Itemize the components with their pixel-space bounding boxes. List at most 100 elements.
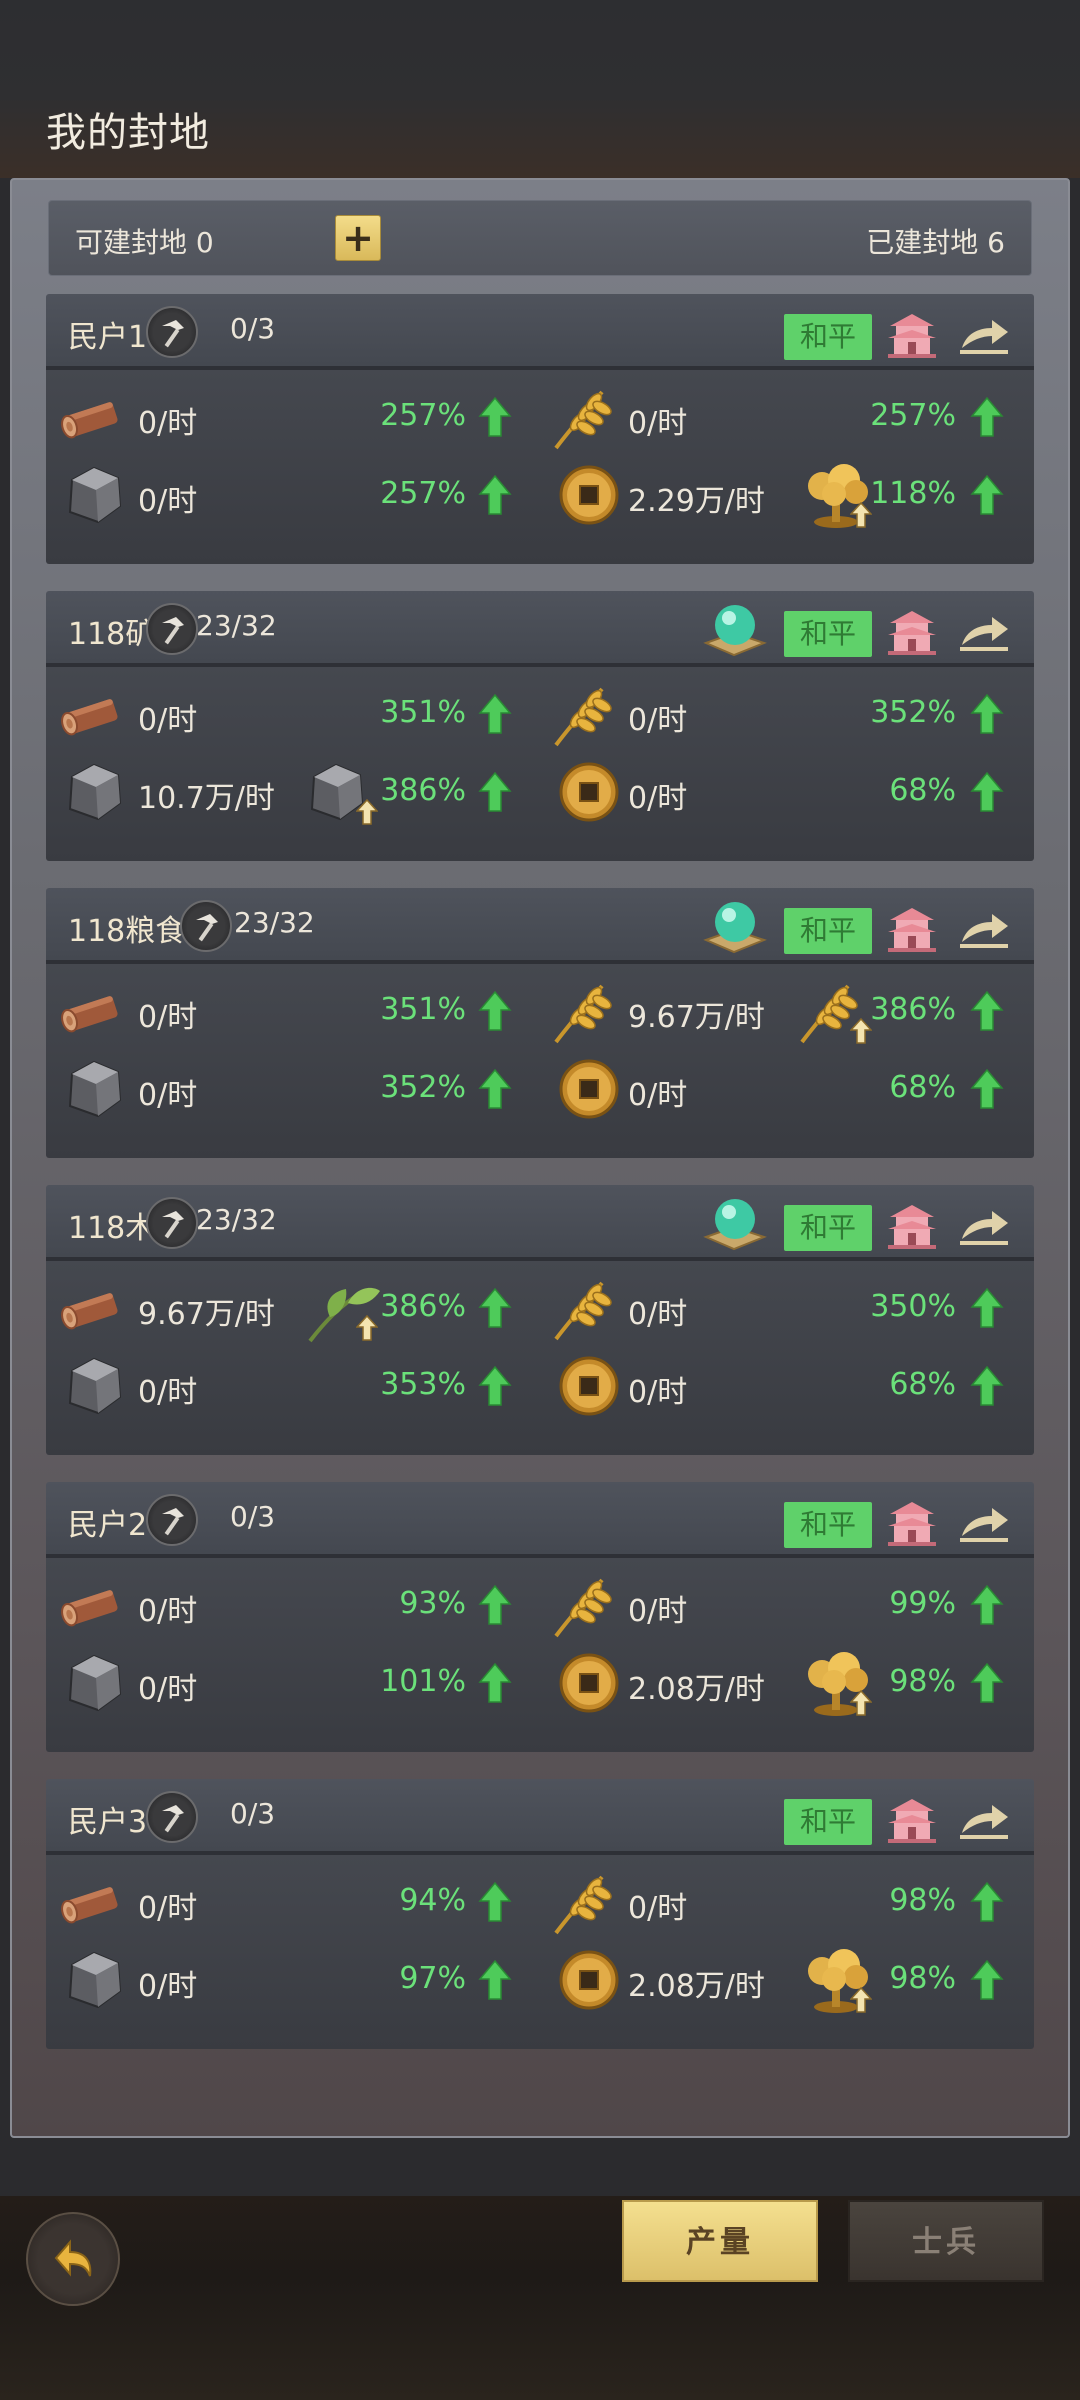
- wood-rate: 0/时: [138, 1000, 198, 1035]
- stone-icon: [58, 1351, 128, 1415]
- goto-icon[interactable]: [956, 1797, 1012, 1843]
- fief-production-grid: 0/时 351% 0/时 352% 10.7万/时 386% 0/时 68%: [46, 667, 1034, 861]
- hammer-icon[interactable]: [146, 1494, 198, 1546]
- top-bar: 我的封地: [0, 0, 1080, 178]
- fief-worker-count: 23/32: [234, 906, 315, 939]
- fief-production-grid: 0/时 94% 0/时 98% 0/时 97% 2.08万/时 98%: [46, 1855, 1034, 2049]
- fief-name: 118木: [68, 1211, 156, 1246]
- coin-icon: [554, 1351, 624, 1416]
- increase-arrow-icon: [970, 1959, 1004, 2001]
- increase-arrow-icon: [478, 1365, 512, 1407]
- fief-production-grid: 0/时 257% 0/时 257% 0/时 257% 2.29万/时 118%: [46, 370, 1034, 564]
- back-button[interactable]: [26, 2212, 120, 2306]
- increase-arrow-icon: [970, 1584, 1004, 1626]
- fief-production-grid: 0/时 93% 0/时 99% 0/时 101% 2.08万/时 98%: [46, 1558, 1034, 1752]
- stone-percent: 386%: [380, 773, 466, 808]
- fief-name: 民户2: [68, 1508, 148, 1543]
- increase-arrow-icon: [478, 1068, 512, 1110]
- goto-icon[interactable]: [956, 906, 1012, 952]
- back-arrow-icon: [54, 2239, 92, 2277]
- available-fief-count: 可建封地 0: [75, 226, 214, 259]
- production-row: 0/时 352% 0/时 68%: [46, 1054, 1034, 1124]
- add-fief-button[interactable]: +: [335, 215, 381, 261]
- fief-header: 118粮食 23/32 和平: [46, 888, 1034, 964]
- increase-arrow-icon: [970, 1881, 1004, 1923]
- palace-icon[interactable]: [884, 904, 940, 954]
- goto-icon[interactable]: [956, 312, 1012, 358]
- grain-rate: 0/时: [628, 1297, 688, 1332]
- built-fief-count: 已建封地 6: [866, 226, 1005, 259]
- peace-status-badge: 和平: [784, 1799, 872, 1845]
- coin-icon: [554, 757, 624, 822]
- goto-icon[interactable]: [956, 1203, 1012, 1249]
- wood-percent: 257%: [380, 398, 466, 433]
- coin-icon: [554, 460, 624, 525]
- wood-percent: 386%: [380, 1289, 466, 1324]
- palace-icon[interactable]: [884, 1795, 940, 1845]
- fief-header: 民户1 0/3 和平: [46, 294, 1034, 370]
- grain-rate: 0/时: [628, 406, 688, 441]
- wood-percent: 93%: [399, 1586, 466, 1621]
- coin-percent: 68%: [889, 773, 956, 808]
- grain-rate: 0/时: [628, 1594, 688, 1629]
- page-title: 我的封地: [46, 110, 210, 156]
- increase-arrow-icon: [478, 990, 512, 1032]
- palace-icon[interactable]: [884, 310, 940, 360]
- increase-arrow-icon: [478, 1287, 512, 1329]
- coin-icon: [554, 1054, 624, 1119]
- fief-card: 118木 23/32 和平 9.67万/时 386% 0/时 350% 0/时 …: [46, 1185, 1034, 1455]
- palace-icon[interactable]: [884, 1498, 940, 1548]
- wood-rate: 0/时: [138, 1891, 198, 1926]
- stone-percent: 352%: [380, 1070, 466, 1105]
- fief-header: 118木 23/32 和平: [46, 1185, 1034, 1261]
- increase-arrow-icon: [478, 1959, 512, 2001]
- increase-arrow-icon: [478, 396, 512, 438]
- hammer-icon[interactable]: [146, 306, 198, 358]
- coin-rate: 2.29万/时: [628, 484, 765, 519]
- wood-rate: 9.67万/时: [138, 1297, 275, 1332]
- wood-percent: 351%: [380, 992, 466, 1027]
- fief-production-grid: 9.67万/时 386% 0/时 350% 0/时 353% 0/时 68%: [46, 1261, 1034, 1455]
- hammer-icon[interactable]: [146, 1791, 198, 1843]
- grain-rate: 9.67万/时: [628, 1000, 765, 1035]
- peace-status-badge: 和平: [784, 1205, 872, 1251]
- coin-icon: [554, 1648, 624, 1713]
- production-row: 0/时 257% 2.29万/时 118%: [46, 460, 1034, 530]
- grain-icon: [548, 382, 618, 450]
- goto-icon[interactable]: [956, 609, 1012, 655]
- increase-arrow-icon: [478, 771, 512, 813]
- coin-percent: 98%: [889, 1961, 956, 1996]
- stone-percent: 257%: [380, 476, 466, 511]
- fief-name: 118粮食: [68, 914, 186, 949]
- coin-rate: 2.08万/时: [628, 1672, 765, 1707]
- production-row: 0/时 351% 0/时 352%: [46, 679, 1034, 749]
- grain-icon: [548, 1570, 618, 1638]
- grain-percent: 350%: [870, 1289, 956, 1324]
- hammer-icon[interactable]: [146, 603, 198, 655]
- hammer-icon[interactable]: [146, 1197, 198, 1249]
- grain-rate: 0/时: [628, 703, 688, 738]
- coin-percent: 68%: [889, 1367, 956, 1402]
- grain-icon: [548, 1273, 618, 1341]
- stone-icon: [58, 1054, 128, 1118]
- production-row: 10.7万/时 386% 0/时 68%: [46, 757, 1034, 827]
- wood-icon: [58, 1873, 128, 1933]
- orb-icon: [700, 597, 770, 659]
- hammer-icon[interactable]: [180, 900, 232, 952]
- goto-icon[interactable]: [956, 1500, 1012, 1546]
- peace-status-badge: 和平: [784, 611, 872, 657]
- coin-percent: 68%: [889, 1070, 956, 1105]
- palace-icon[interactable]: [884, 1201, 940, 1251]
- palace-icon[interactable]: [884, 607, 940, 657]
- stone-icon: [58, 1945, 128, 2009]
- increase-arrow-icon: [970, 693, 1004, 735]
- orb-icon: [700, 894, 770, 956]
- increase-arrow-icon: [478, 474, 512, 516]
- stone-icon: [58, 757, 128, 821]
- production-row: 0/时 93% 0/时 99%: [46, 1570, 1034, 1640]
- tab-soldiers[interactable]: 士兵: [848, 2200, 1044, 2282]
- increase-arrow-icon: [970, 396, 1004, 438]
- fief-worker-count: 23/32: [196, 1203, 277, 1236]
- tab-production[interactable]: 产量: [622, 2200, 818, 2282]
- stone-icon: [58, 1648, 128, 1712]
